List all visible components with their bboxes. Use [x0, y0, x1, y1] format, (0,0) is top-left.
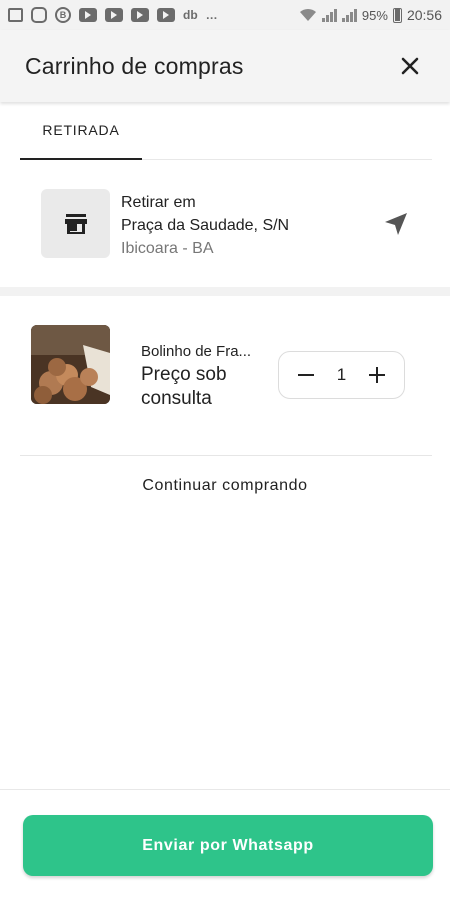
youtube-icon — [131, 8, 149, 22]
navigate-button[interactable] — [380, 208, 412, 240]
send-whatsapp-button[interactable]: Enviar por Whatsapp — [23, 815, 433, 876]
store-icon-box — [41, 189, 110, 258]
minus-icon — [298, 374, 314, 376]
pickup-location: Retirar em Praça da Saudade, S/N Ibicoar… — [0, 162, 450, 287]
quantity-stepper: 1 — [278, 351, 405, 399]
signal-icon — [321, 8, 337, 22]
continue-shopping-button[interactable]: Continuar comprando — [0, 470, 450, 502]
youtube-icon — [79, 8, 97, 22]
app-header: Carrinho de compras — [0, 30, 450, 102]
pickup-address: Retirar em Praça da Saudade, S/N Ibicoar… — [121, 191, 289, 260]
battery-icon — [392, 7, 402, 23]
store-icon — [64, 213, 87, 234]
clock: 20:56 — [406, 7, 442, 23]
b-icon: B — [55, 7, 71, 23]
youtube-icon — [157, 8, 175, 22]
tab-retirada[interactable]: RETIRADA — [20, 102, 142, 160]
plus-icon — [369, 367, 385, 383]
product-name: Bolinho de Fra... — [141, 343, 252, 360]
product-price: Preço sob consulta — [141, 364, 227, 409]
cart-item: Bolinho de Fra... Preço sob consulta 1 — [0, 296, 450, 454]
status-icons: B db … — [8, 7, 218, 23]
product-photo — [31, 325, 110, 404]
youtube-icon — [105, 8, 123, 22]
wifi-icon — [299, 8, 316, 21]
footer-divider — [0, 789, 450, 790]
battery-percent: 95% — [361, 7, 388, 23]
db-icon: db — [183, 8, 198, 22]
quantity-value: 1 — [336, 365, 347, 384]
status-system: 95% 20:56 — [299, 7, 442, 23]
pickup-street: Praça da Saudade, S/N — [121, 217, 290, 234]
increase-quantity-button[interactable] — [366, 364, 388, 386]
delivery-tabs: RETIRADA — [20, 102, 432, 160]
close-icon — [401, 57, 419, 75]
notes-icon — [8, 8, 23, 22]
pickup-label: Retirar em — [121, 194, 196, 211]
page-title: Carrinho de compras — [25, 52, 244, 79]
more-notifications-icon: … — [205, 8, 218, 22]
item-divider — [20, 455, 432, 456]
product-image — [31, 325, 110, 404]
pickup-city: Ibicoara - BA — [121, 240, 214, 257]
instagram-icon — [31, 7, 47, 23]
status-bar: B db … 95% 20:56 — [0, 0, 450, 30]
navigation-arrow-icon — [385, 213, 407, 235]
decrease-quantity-button[interactable] — [295, 364, 317, 386]
section-divider — [0, 287, 450, 296]
signal-icon — [341, 8, 357, 22]
close-button[interactable] — [395, 51, 425, 81]
